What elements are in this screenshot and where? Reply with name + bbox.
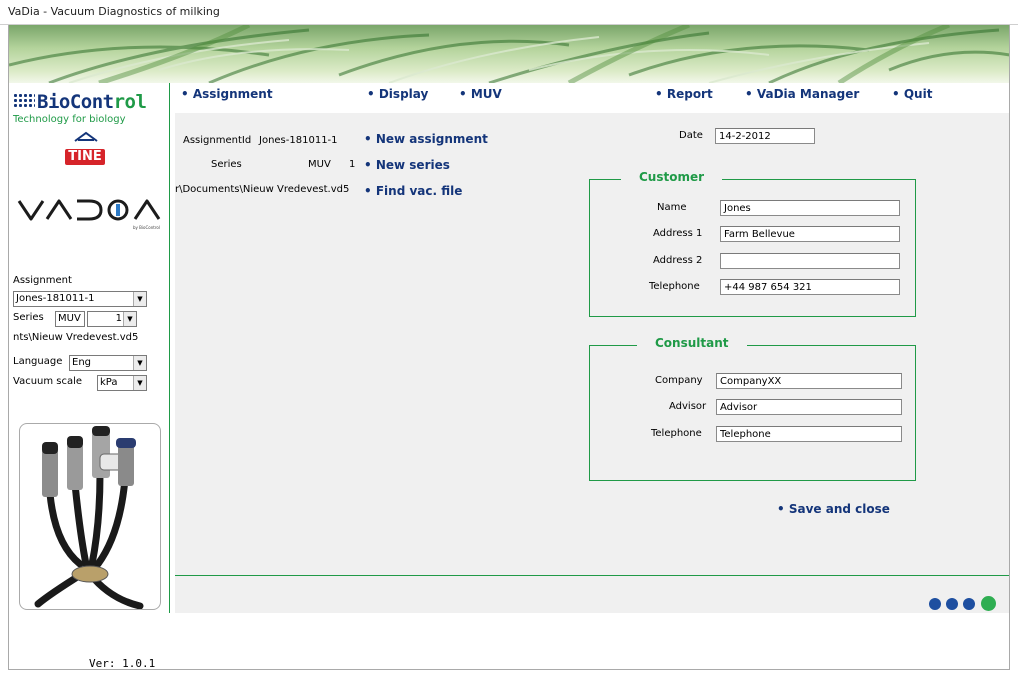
advisor-label: Advisor (669, 401, 707, 412)
new-assignment-link[interactable]: • New assignment (364, 132, 488, 146)
sidebar-file-path: nts\Nieuw Vredevest.vd5 (13, 332, 139, 343)
save-and-close-button[interactable]: • Save and close (777, 502, 890, 516)
customer-telephone-label: Telephone (649, 281, 700, 292)
vadia-logo: by BioControl (17, 199, 161, 230)
date-field[interactable]: 14-2-2012 (715, 128, 815, 144)
grass-banner (9, 25, 1009, 83)
customer-name-label: Name (657, 202, 687, 213)
chevron-down-icon[interactable]: ▼ (123, 312, 136, 326)
address2-label: Address 2 (653, 255, 703, 266)
company-label: Company (655, 375, 703, 386)
find-vac-file-link[interactable]: • Find vac. file (364, 184, 462, 198)
language-label: Language (13, 356, 63, 367)
assignment-select-value: Jones-181011-1 (16, 293, 95, 304)
vadia-sub: by BioControl (133, 225, 160, 230)
menu-muv[interactable]: • MUV (459, 87, 502, 101)
page-dot-3[interactable] (963, 598, 975, 610)
assignment-select[interactable]: Jones-181011-1 ▼ (13, 291, 147, 307)
customer-title: Customer (621, 170, 723, 184)
advisor-field[interactable]: Advisor (716, 399, 902, 415)
page-dot-1[interactable] (929, 598, 941, 610)
language-select-value: Eng (72, 357, 92, 368)
app-window: BioControl Technology for biology TINE b… (8, 25, 1010, 670)
language-select[interactable]: Eng ▼ (69, 355, 147, 371)
tine-badge: TINE (65, 149, 105, 165)
series-number-value: 1 (115, 313, 122, 324)
menu-assignment[interactable]: • Assignment (181, 87, 273, 101)
address2-field[interactable] (720, 253, 900, 269)
page-dot-4-active[interactable] (981, 596, 996, 611)
vacuum-scale-select[interactable]: kPa ▼ (97, 375, 147, 391)
consultant-telephone-label: Telephone (651, 428, 702, 439)
version-label: Ver: 1.0.1 (89, 657, 156, 670)
chevron-down-icon[interactable]: ▼ (133, 376, 146, 390)
bottom-divider (175, 575, 1009, 576)
logo-text: BioCont (37, 91, 114, 113)
biocontrol-logo: BioControl (13, 91, 147, 113)
menu-quit[interactable]: • Quit (892, 87, 932, 101)
vacuum-scale-label: Vacuum scale (13, 376, 83, 387)
series-number-main: 1 (349, 159, 356, 170)
menu-display[interactable]: • Display (367, 87, 428, 101)
consultant-title: Consultant (637, 336, 747, 350)
customer-telephone-field[interactable]: +44 987 654 321 (720, 279, 900, 295)
series-type-value: MUV (58, 313, 81, 324)
tine-roof-icon (74, 131, 98, 142)
assignment-id-value: Jones-181011-1 (259, 135, 338, 146)
tine-logo: TINE (65, 131, 109, 169)
address1-label: Address 1 (653, 228, 703, 239)
series-label-main: Series (211, 159, 242, 170)
chevron-down-icon[interactable]: ▼ (133, 292, 146, 306)
milking-cluster-image (19, 423, 161, 610)
logo-text-suffix: rol (113, 91, 147, 113)
logo-dots-icon (13, 93, 35, 109)
tagline: Technology for biology (13, 114, 126, 125)
menu-report[interactable]: • Report (655, 87, 713, 101)
series-label: Series (13, 312, 44, 323)
assignment-label: Assignment (13, 275, 72, 286)
series-type-field[interactable]: MUV (55, 311, 85, 327)
customer-name-field[interactable]: Jones (720, 200, 900, 216)
menu-vadia-manager[interactable]: • VaDia Manager (745, 87, 859, 101)
series-number-select[interactable]: 1 ▼ (87, 311, 137, 327)
sidebar: BioControl Technology for biology TINE b… (9, 83, 170, 669)
content-panel: AssignmentId Jones-181011-1 Series MUV 1… (175, 113, 1009, 613)
new-series-link[interactable]: • New series (364, 158, 450, 172)
page-dot-2[interactable] (946, 598, 958, 610)
title-bar: VaDia - Vacuum Diagnostics of milking (0, 0, 1018, 25)
company-field[interactable]: CompanyXX (716, 373, 902, 389)
chevron-down-icon[interactable]: ▼ (133, 356, 146, 370)
consultant-telephone-field[interactable]: Telephone (716, 426, 902, 442)
date-label: Date (679, 130, 703, 141)
vac-file-path: r\Documents\Nieuw Vredevest.vd5 (175, 184, 350, 195)
series-type-main: MUV (308, 159, 331, 170)
window-title: VaDia - Vacuum Diagnostics of milking (8, 5, 220, 18)
assignment-id-label: AssignmentId (183, 135, 252, 146)
address1-field[interactable]: Farm Bellevue (720, 226, 900, 242)
vacuum-scale-value: kPa (100, 377, 118, 388)
